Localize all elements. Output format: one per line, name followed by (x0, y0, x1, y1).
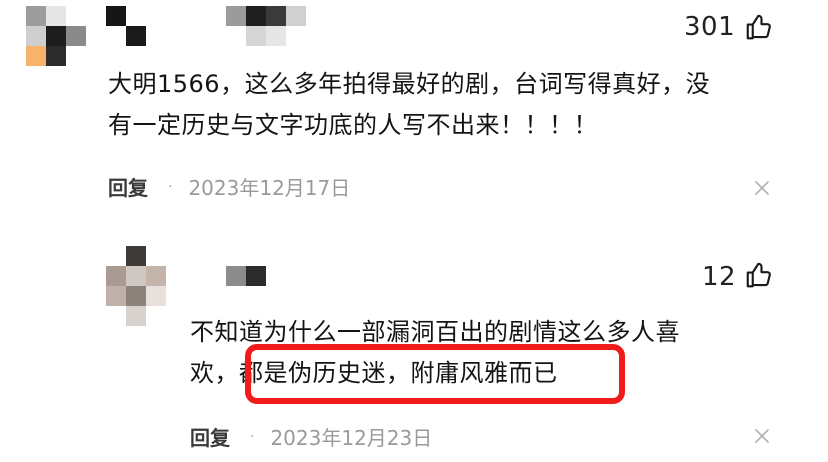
close-icon[interactable] (754, 428, 770, 444)
thumbs-up-icon[interactable] (744, 260, 774, 290)
avatar[interactable] (26, 6, 86, 66)
reply-button[interactable]: 回复 (190, 422, 230, 451)
close-icon[interactable] (754, 180, 770, 196)
comment-meta: 回复 · 2023年12月23日 (190, 422, 432, 451)
separator: · (168, 178, 173, 195)
comment-line: 大明1566，这么多年拍得最好的剧，台词写得真好，没 (108, 70, 711, 98)
comment-date: 2023年12月17日 (188, 176, 351, 200)
avatar[interactable] (106, 246, 166, 326)
comment-line: 有一定历史与文字功底的人写不出来！！！！ (108, 111, 598, 139)
like-count: 12 (702, 262, 737, 292)
reply-button[interactable]: 回复 (108, 172, 148, 201)
username-mosaic[interactable] (226, 266, 266, 286)
username-mosaic[interactable] (106, 6, 146, 46)
username-mosaic[interactable] (226, 6, 306, 46)
separator: · (250, 428, 255, 445)
comment-date: 2023年12月23日 (270, 426, 433, 450)
highlight-annotation-box (245, 344, 625, 404)
thumbs-up-icon[interactable] (744, 12, 774, 42)
like-count: 301 (684, 12, 736, 42)
comment-text: 大明1566，这么多年拍得最好的剧，台词写得真好，没 有一定历史与文字功底的人写… (108, 64, 788, 146)
comment-meta: 回复 · 2023年12月17日 (108, 172, 350, 201)
